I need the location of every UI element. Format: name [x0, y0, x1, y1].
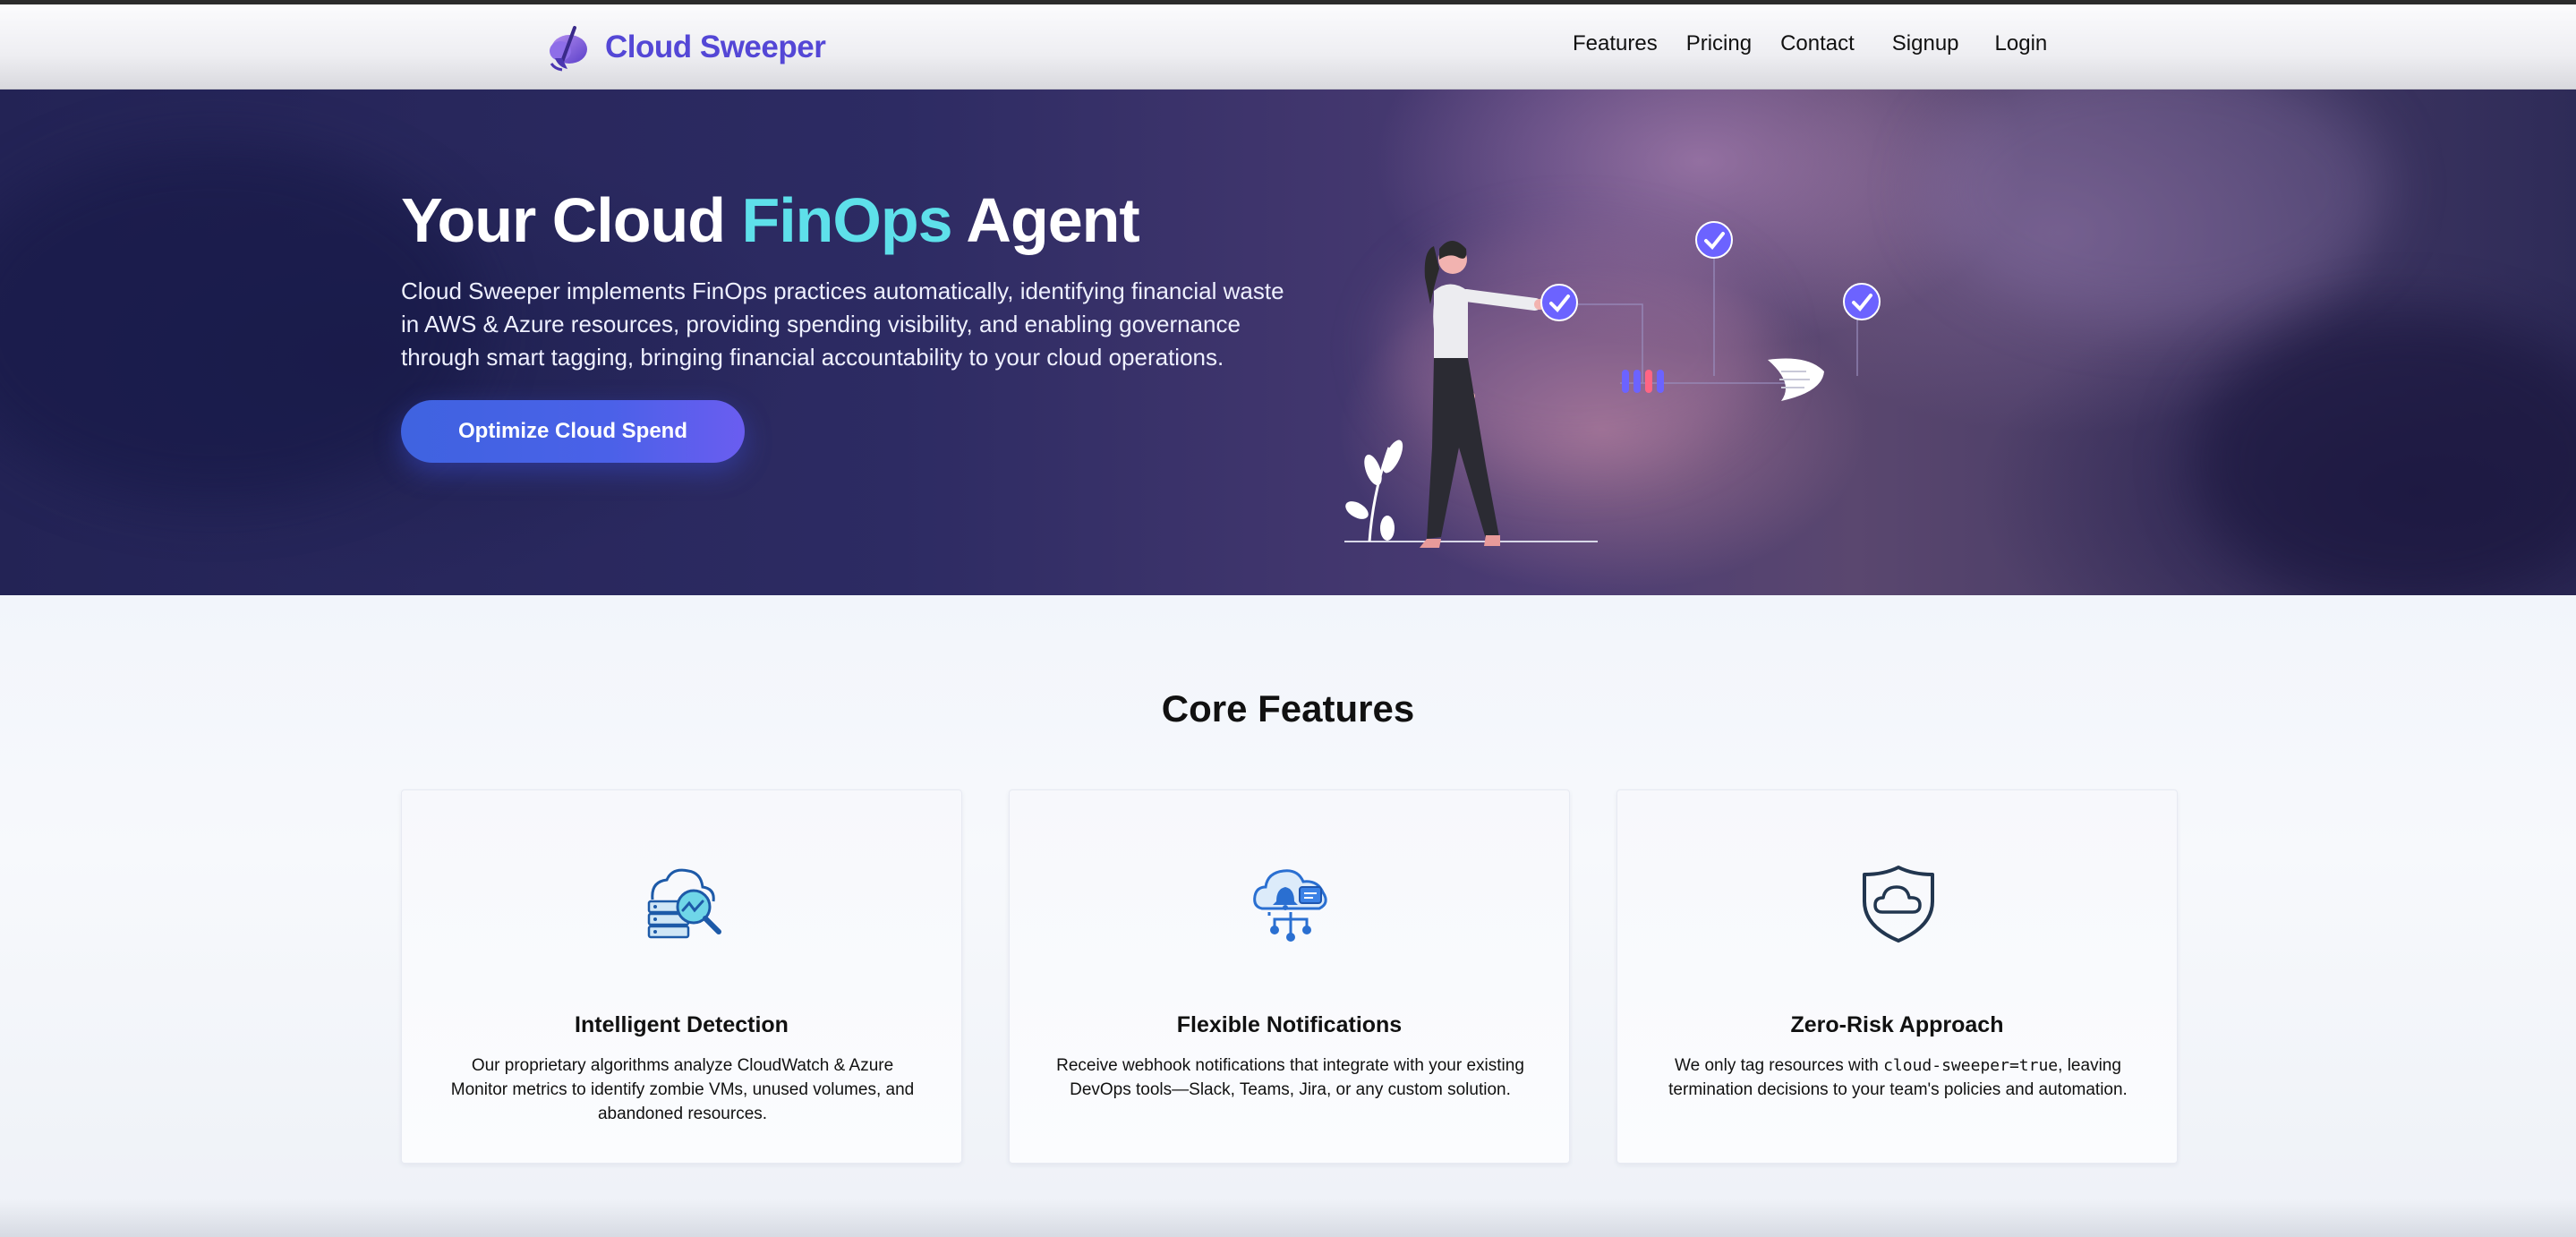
hero-description: Cloud Sweeper implements FinOps practice… [401, 277, 1284, 371]
check-badge-icon [1695, 221, 1733, 259]
sweeper-head-icon [1768, 358, 1824, 401]
feature-description: Receive webhook notifications that integ… [1056, 1056, 1524, 1099]
nav-link-contact[interactable]: Contact [1780, 31, 1855, 56]
hero-title-accent: FinOps [741, 185, 952, 255]
brand-name: Cloud Sweeper [605, 30, 826, 64]
check-badge-icon [1540, 284, 1578, 321]
feature-description: We only tag resources with cloud-sweeper… [1668, 1056, 2128, 1099]
features-title: Core Features [1161, 687, 1415, 729]
feature-title: Zero-Risk Approach [1790, 1012, 2004, 1037]
hero-illustration [1344, 221, 1881, 548]
person-illustration [1420, 241, 1545, 548]
optimize-cloud-spend-button[interactable]: Optimize Cloud Spend [401, 400, 745, 463]
feature-title: Flexible Notifications [1176, 1012, 1403, 1037]
shield-cloud-icon [1863, 866, 1934, 943]
nav-link-login[interactable]: Login [1995, 31, 2048, 56]
plant-icon [1345, 439, 1403, 542]
nav-links: Features Pricing Contact Signup Login [1573, 31, 2083, 56]
nav-link-features[interactable]: Features [1573, 31, 1658, 56]
feature-card-detection: Intelligent Detection Our proprietary al… [401, 789, 962, 1164]
cloud-server-analytics-icon [647, 868, 721, 939]
hero-cloud-decoration [1924, 90, 2390, 322]
feature-card-notifications: Flexible Notifications Receive webhook n… [1009, 789, 1570, 1164]
broom-cloud-icon [550, 26, 587, 72]
brand[interactable]: Cloud Sweeper [542, 22, 826, 73]
feature-description: Our proprietary algorithms analyze Cloud… [450, 1056, 915, 1123]
nav-link-signup[interactable]: Signup [1892, 31, 1959, 56]
hero-cloud-decoration [2193, 313, 2576, 595]
navbar: Cloud Sweeper Features Pricing Contact S… [0, 4, 2576, 90]
tag-code: cloud-sweeper=true [1883, 1056, 2059, 1075]
check-badge-icon [1843, 283, 1881, 320]
nav-link-pricing[interactable]: Pricing [1686, 31, 1752, 56]
hero-section: Your Cloud FinOps Agent Cloud Sweeper im… [0, 90, 2576, 595]
feature-title: Intelligent Detection [575, 1012, 789, 1037]
cloud-notification-network-icon [1253, 869, 1327, 942]
feature-card-zero-risk: Zero-Risk Approach We only tag resources… [1616, 789, 2178, 1164]
bottom-fade [0, 1199, 2576, 1237]
hero-title: Your Cloud FinOps Agent [401, 185, 1140, 255]
